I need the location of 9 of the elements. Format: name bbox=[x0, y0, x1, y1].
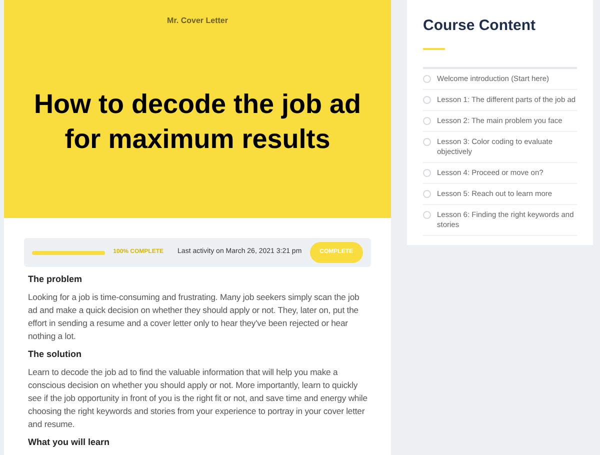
course-title: How to decode the job ad for maximum results bbox=[32, 88, 362, 156]
section-heading: The problem bbox=[28, 273, 84, 285]
body-paragraph: Learn to decode the job ad to find the valuable information that will help you make a conscious decision on whether you should apply or not. More importantly, learn to quickly see if the job opportunity in front of you is the right fit or not, and save time and energy while choosing the right keywords and stories from your experience to portray in your cover letter and resume. bbox=[28, 366, 368, 431]
title-underline bbox=[423, 48, 445, 50]
body-paragraph: Looking for a job is time-consuming and frustrating. Many job seekers simply scan the job ad and make a quick decision on whether they should apply or not. They, later on, put the effort in sending a resume and a cover letter only to hear they've been rejected or hear nothing a lot. bbox=[28, 291, 360, 343]
section-heading: The solution bbox=[28, 348, 82, 360]
brand-name: Mr. Cover Letter bbox=[167, 15, 228, 27]
sidebar-title: Course Content bbox=[423, 16, 536, 36]
section-heading: What you will learn bbox=[28, 436, 111, 448]
